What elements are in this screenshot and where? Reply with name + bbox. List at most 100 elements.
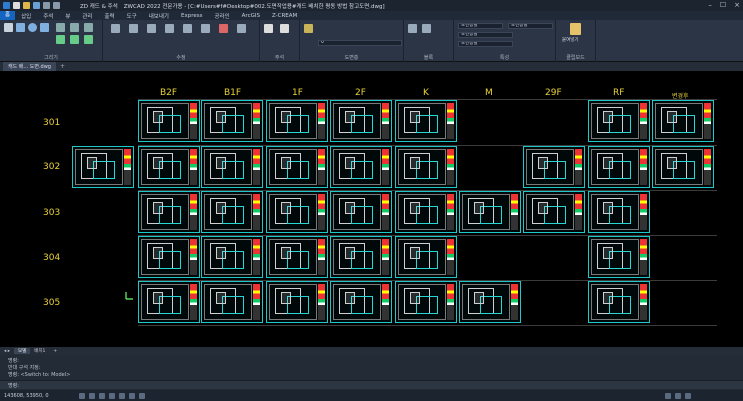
floor-plan-sheet[interactable] <box>588 100 650 142</box>
floor-plan-sheet[interactable] <box>652 100 714 142</box>
polar-toggle-icon[interactable] <box>108 392 115 399</box>
osnap-toggle-icon[interactable] <box>118 392 125 399</box>
insert-block-icon[interactable] <box>408 24 417 33</box>
floor-plan-sheet[interactable] <box>523 146 585 188</box>
floor-plan-sheet[interactable] <box>266 100 328 142</box>
circle-tool-icon[interactable] <box>28 23 37 32</box>
annotation-scale-icon[interactable] <box>664 392 671 399</box>
tab-home[interactable]: 홈 <box>0 11 16 20</box>
spline-tool-icon[interactable] <box>56 35 65 44</box>
floor-plan-sheet[interactable] <box>395 146 457 188</box>
new-file-icon[interactable] <box>13 2 20 9</box>
tab-model[interactable]: 모델 <box>13 348 31 354</box>
stretch-tool-icon[interactable] <box>147 24 156 33</box>
polyline-tool-icon[interactable] <box>16 23 25 32</box>
floor-plan-sheet[interactable] <box>201 191 263 233</box>
floor-plan-sheet[interactable] <box>395 281 457 323</box>
paste-icon[interactable] <box>570 23 581 35</box>
floor-plan-sheet[interactable] <box>588 146 650 188</box>
tab-tools[interactable]: 도구 <box>121 12 143 20</box>
drawing-canvas[interactable]: B2F B1F 1F 2F K M 29F RF 변경후 301 302 303… <box>0 71 743 347</box>
open-file-icon[interactable] <box>23 2 30 9</box>
floor-plan-sheet[interactable] <box>395 191 457 233</box>
close-icon[interactable]: × <box>734 1 740 9</box>
floor-plan-sheet[interactable] <box>138 100 200 142</box>
tab-export[interactable]: 내보내기 <box>143 12 175 20</box>
ellipse-tool-icon[interactable] <box>84 23 93 32</box>
color-combo-2[interactable]: 도면층별 <box>508 23 553 29</box>
hatch-tool-icon[interactable] <box>70 23 79 32</box>
linetype-combo[interactable]: 도면층별 <box>458 32 513 38</box>
tab-insert[interactable]: 삽입 <box>15 12 37 20</box>
tab-line[interactable]: 공라인 <box>208 12 235 20</box>
floor-plan-sheet[interactable] <box>588 281 650 323</box>
create-block-icon[interactable] <box>422 24 431 33</box>
lineweight-combo[interactable]: 도면층별 <box>458 41 513 47</box>
floor-plan-sheet[interactable] <box>330 191 392 233</box>
floor-plan-sheet[interactable] <box>201 146 263 188</box>
floor-plan-sheet[interactable] <box>138 281 200 323</box>
floor-plan-sheet[interactable] <box>266 191 328 233</box>
maximize-icon[interactable]: ☐ <box>720 1 726 9</box>
lineweight-toggle-icon[interactable] <box>138 392 145 399</box>
region-tool-icon[interactable] <box>84 35 93 44</box>
floor-plan-sheet[interactable] <box>330 146 392 188</box>
otrack-toggle-icon[interactable] <box>128 392 135 399</box>
layout-prev-icon[interactable]: ◂ ▸ <box>0 349 14 354</box>
floor-plan-sheet[interactable] <box>395 100 457 142</box>
rectangle-tool-icon[interactable] <box>56 23 65 32</box>
floor-plan-sheet[interactable] <box>330 236 392 278</box>
tab-output[interactable]: 출력 <box>99 12 121 20</box>
arc-tool-icon[interactable] <box>40 23 49 32</box>
tab-manage[interactable]: 관리 <box>76 12 98 20</box>
floor-plan-sheet[interactable] <box>652 146 714 188</box>
floor-plan-sheet[interactable] <box>588 191 650 233</box>
floor-plan-sheet[interactable] <box>138 236 200 278</box>
tab-zcream[interactable]: Z-CREAM <box>266 13 303 19</box>
copy-tool-icon[interactable] <box>129 24 138 33</box>
workspace-label[interactable]: ZD 캐드 & 주석 <box>80 2 118 10</box>
undo-icon[interactable] <box>43 2 50 9</box>
point-tool-icon[interactable] <box>70 35 79 44</box>
layer-properties-icon[interactable] <box>304 24 313 33</box>
floor-plan-sheet[interactable] <box>266 281 328 323</box>
floor-plan-sheet[interactable] <box>266 146 328 188</box>
color-combo[interactable]: 도면층별 <box>458 23 503 29</box>
document-tab[interactable]: 캐드 배... 도면.dwg <box>3 62 56 71</box>
rotate-tool-icon[interactable] <box>165 24 174 33</box>
tab-view[interactable]: 뷰 <box>59 12 76 20</box>
line-tool-icon[interactable] <box>4 23 13 32</box>
floor-plan-sheet[interactable] <box>588 236 650 278</box>
floor-plan-sheet[interactable] <box>459 281 521 323</box>
floor-plan-sheet[interactable] <box>523 191 585 233</box>
floor-plan-sheet[interactable] <box>138 146 200 188</box>
tab-arcgis[interactable]: ArcGIS <box>236 13 266 19</box>
tab-annotate[interactable]: 주석 <box>37 12 59 20</box>
floor-plan-sheet[interactable] <box>72 146 134 188</box>
trim-tool-icon[interactable] <box>237 24 246 33</box>
floor-plan-sheet[interactable] <box>330 281 392 323</box>
settings-icon[interactable] <box>684 392 691 399</box>
layer-combo[interactable]: 0 <box>318 40 402 46</box>
snap-toggle-icon[interactable] <box>88 392 95 399</box>
floor-plan-sheet[interactable] <box>201 236 263 278</box>
save-icon[interactable] <box>33 2 40 9</box>
floor-plan-sheet[interactable] <box>459 191 521 233</box>
floor-plan-sheet[interactable] <box>266 236 328 278</box>
new-document-icon[interactable]: + <box>60 63 65 70</box>
mirror-tool-icon[interactable] <box>183 24 192 33</box>
workspace-icon[interactable] <box>674 392 681 399</box>
floor-plan-sheet[interactable] <box>201 281 263 323</box>
command-input[interactable]: 명령: <box>0 380 743 389</box>
minimize-icon[interactable]: – <box>708 1 712 9</box>
paste-label[interactable]: 붙여넣기 <box>562 37 579 43</box>
redo-icon[interactable] <box>53 2 60 9</box>
text-tool-icon[interactable] <box>264 24 273 33</box>
grid-toggle-icon[interactable] <box>78 392 85 399</box>
move-tool-icon[interactable] <box>111 24 120 33</box>
tab-layout1[interactable]: 배치1 <box>30 348 49 354</box>
floor-plan-sheet[interactable] <box>138 191 200 233</box>
dimension-tool-icon[interactable] <box>280 24 289 33</box>
tab-express[interactable]: Express <box>175 13 208 19</box>
add-layout-button[interactable]: + <box>49 349 61 354</box>
